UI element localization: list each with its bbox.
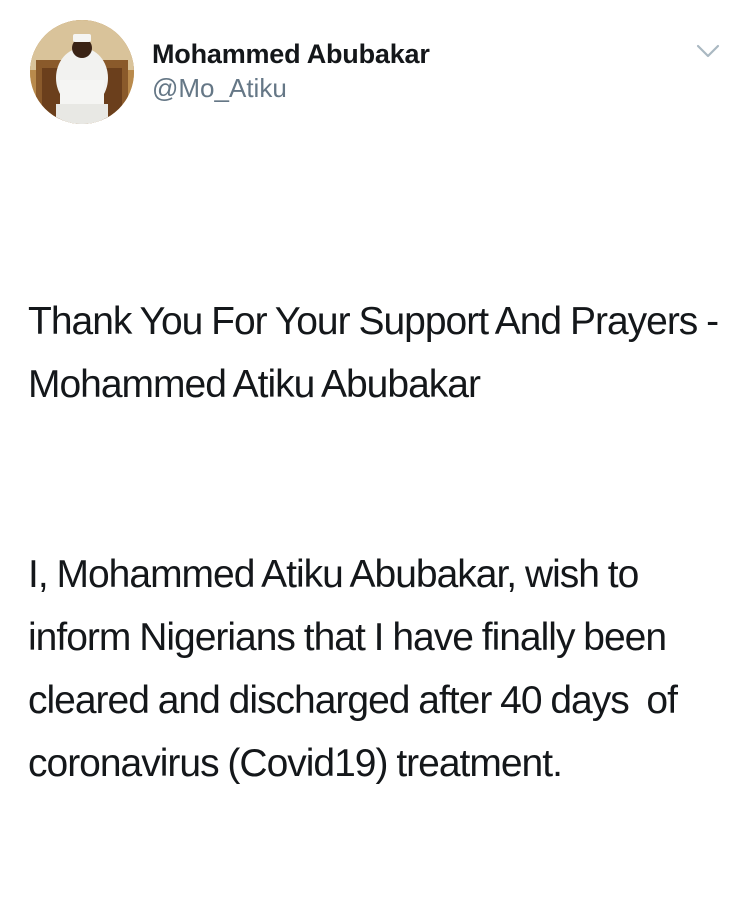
tweet-text: Thank You For Your Support And Prayers -… [28, 164, 733, 921]
chevron-down-icon [696, 44, 720, 58]
tweet-card: Mohammed Abubakar @Mo_Atiku Thank You Fo… [0, 0, 750, 785]
tweet-headline: Thank You For Your Support And Prayers -… [28, 300, 727, 406]
avatar[interactable] [30, 20, 134, 124]
avatar-photo [30, 20, 134, 124]
user-info[interactable]: Mohammed Abubakar @Mo_Atiku [152, 38, 430, 104]
tweet-menu-button[interactable] [688, 36, 728, 66]
user-handle[interactable]: @Mo_Atiku [152, 72, 430, 104]
tweet-body: I, Mohammed Atiku Abubakar, wish to info… [28, 553, 686, 785]
display-name[interactable]: Mohammed Abubakar [152, 38, 430, 70]
